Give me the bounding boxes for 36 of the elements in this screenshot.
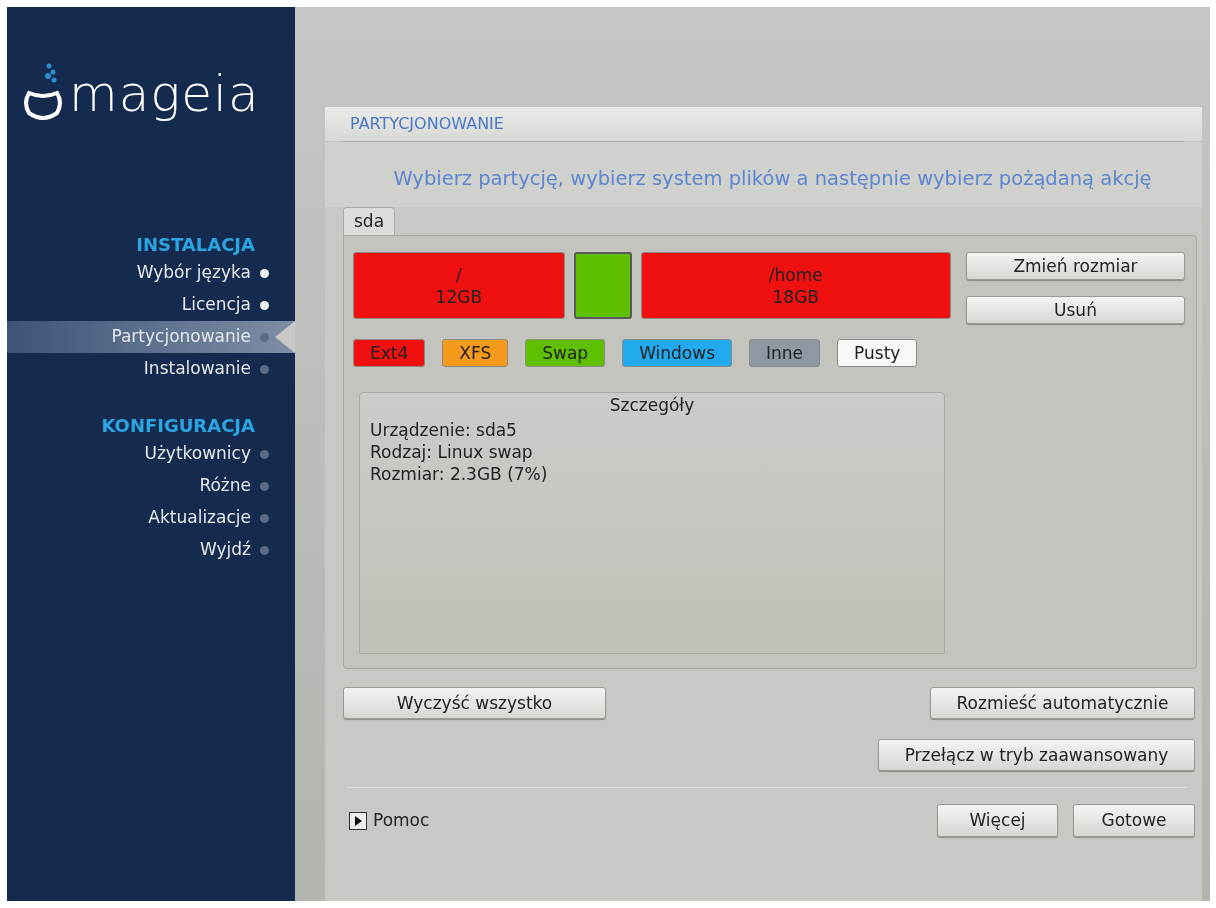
detail-line: Urządzenie: sda5 [370, 418, 518, 441]
detail-line: Rodzaj: Linux swap [370, 440, 534, 463]
filesystem-legend: Inne [749, 339, 821, 368]
more-button[interactable]: Więcej [937, 804, 1058, 838]
help-expander[interactable]: Pomoc [349, 808, 430, 834]
partition-block[interactable]: / 12GB [353, 252, 565, 320]
step-item[interactable]: Partycjonowanie [7, 321, 295, 353]
auto-allocate-button[interactable]: Rozmieść automatycznie [930, 687, 1195, 720]
details-title: Szczegóły [609, 394, 695, 418]
filesystem-legend: Swap [525, 339, 606, 368]
disk-tab[interactable]: sda [343, 207, 396, 236]
logo-icon [23, 61, 63, 123]
expert-mode-button[interactable]: Przełącz w tryb zaawansowany [878, 739, 1195, 772]
done-button[interactable]: Gotowe [1073, 804, 1195, 838]
step-item[interactable]: Użytkownicy [7, 438, 295, 470]
partition-action-button[interactable]: Usuń [966, 296, 1185, 325]
step-item[interactable]: Licencja [7, 289, 295, 321]
step-item[interactable]: Różne [7, 470, 295, 502]
step-item[interactable]: Wyjdź [7, 534, 295, 566]
detail-line: Rozmiar: 2.3GB (7%) [370, 462, 549, 485]
logo-text: mageia [69, 69, 260, 123]
instruction-text: Wybierz partycję, wybierz system plików a następnie wybierz pożądaną akcję [392, 166, 1152, 192]
step-item[interactable]: Wybór języka [7, 257, 295, 289]
partition-block[interactable] [573, 252, 632, 320]
partition-action-button[interactable]: Zmień rozmiar [966, 252, 1185, 281]
section-title: KONFIGURACJA [101, 413, 255, 438]
section-title: INSTALACJA [136, 232, 255, 257]
filesystem-legend: Pusty [837, 339, 918, 368]
partition-block[interactable]: /home 18GB [640, 252, 951, 320]
step-item[interactable]: Aktualizacje [7, 502, 295, 534]
page-title: PARTYCJONOWANIE [350, 113, 504, 135]
step-item[interactable]: Instalowanie [7, 353, 295, 385]
filesystem-legend: Windows [622, 339, 732, 368]
clear-all-button[interactable]: Wyczyść wszystko [343, 687, 606, 720]
filesystem-legend: XFS [442, 339, 509, 368]
filesystem-legend: Ext4 [353, 339, 426, 368]
